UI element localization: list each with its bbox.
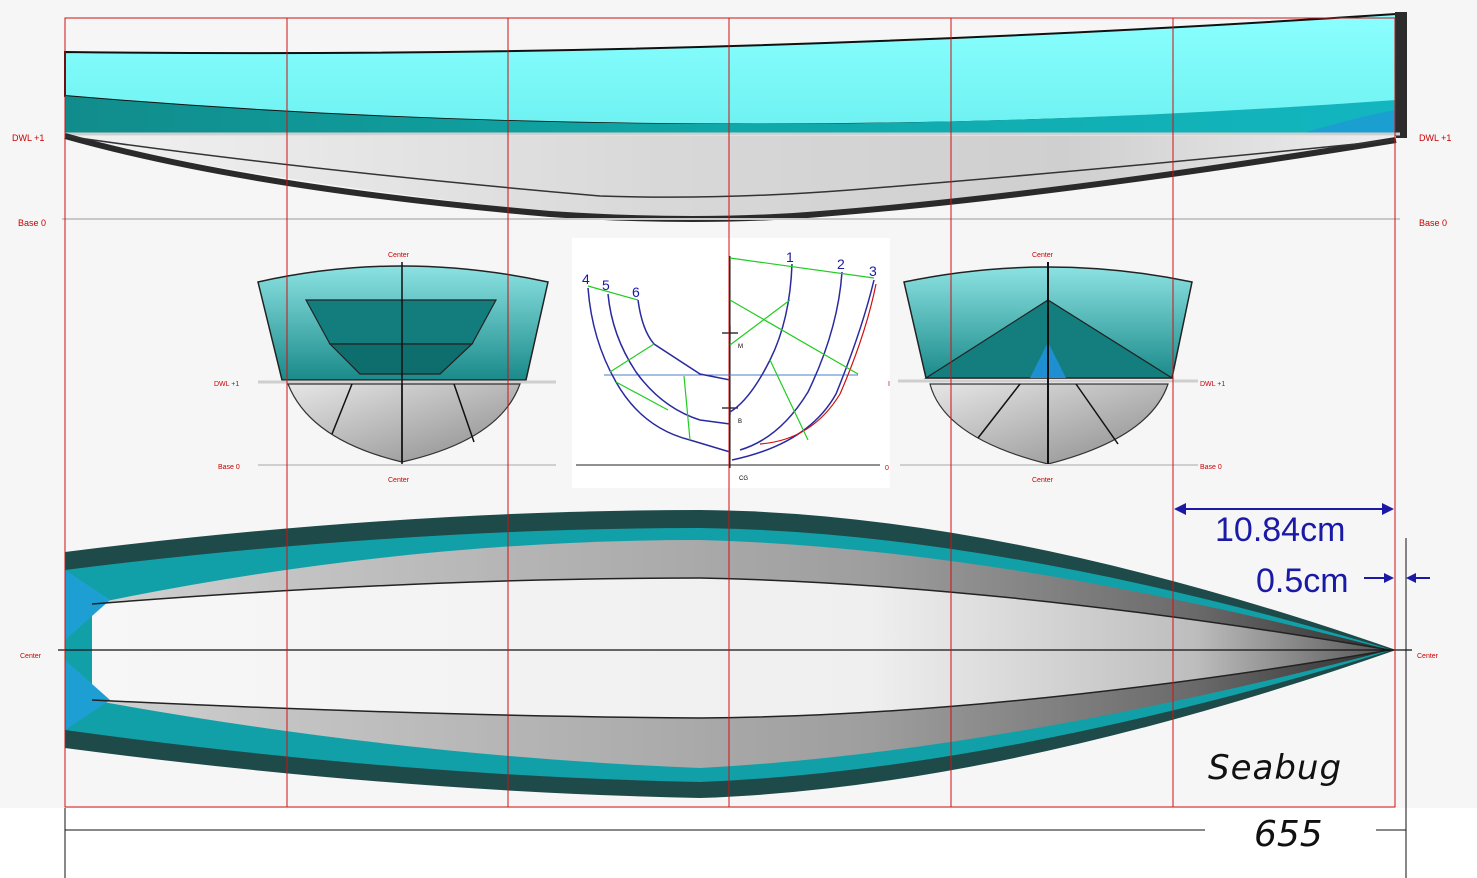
- stern-section-center-bottom: Center: [388, 477, 410, 484]
- offset-label: 0.5cm: [1256, 562, 1349, 600]
- body-plan-metacenter-label: M: [738, 344, 743, 350]
- overall-length-label: 655: [1254, 814, 1323, 855]
- body-plan-dwl-right-edge: I: [888, 381, 890, 388]
- body-plan-station-label-4: 4: [582, 271, 590, 287]
- stern-section-base-label: Base 0: [218, 464, 240, 471]
- body-plan-station-label-3: 3: [869, 263, 877, 279]
- hull-lines-drawing: DWL +1 DWL +1 Base 0 Base 0 Center Cente…: [0, 0, 1477, 878]
- station-spacing-label: 10.84cm: [1215, 511, 1345, 549]
- body-plan-zero-label: 0: [885, 465, 889, 472]
- body-plan-station-label-2: 2: [837, 256, 845, 272]
- stern-section-dwl-label: DWL +1: [214, 381, 239, 388]
- body-plan-station-label-1: 1: [786, 249, 794, 265]
- body-plan-cg-label: CG: [739, 476, 748, 482]
- bow-section-dwl-label: DWL +1: [1200, 381, 1225, 388]
- plan-center-label-left: Center: [20, 653, 42, 660]
- stern-section-center-top: Center: [388, 252, 410, 259]
- body-plan-buoyancy-label: B: [738, 419, 742, 425]
- body-plan-station-label-6: 6: [632, 284, 640, 300]
- bow-section-base-label: Base 0: [1200, 464, 1222, 471]
- profile-stern-post: [1395, 12, 1407, 138]
- body-plan-station-label-5: 5: [602, 277, 610, 293]
- plan-center-label-right: Center: [1417, 653, 1439, 660]
- profile-base-label-right: Base 0: [1419, 218, 1447, 228]
- profile-dwl-label-right: DWL +1: [1419, 133, 1451, 143]
- stern-section-deck: [304, 299, 498, 345]
- profile-base-label-left: Base 0: [18, 218, 46, 228]
- body-plan-view: M B CG 0 I 1 2 3 4 5 6: [572, 238, 890, 488]
- profile-dwl-label-left: DWL +1: [12, 133, 44, 143]
- model-name: Seabug: [1208, 748, 1342, 788]
- bow-section-center-top: Center: [1032, 252, 1054, 259]
- bow-section-center-bottom: Center: [1032, 477, 1054, 484]
